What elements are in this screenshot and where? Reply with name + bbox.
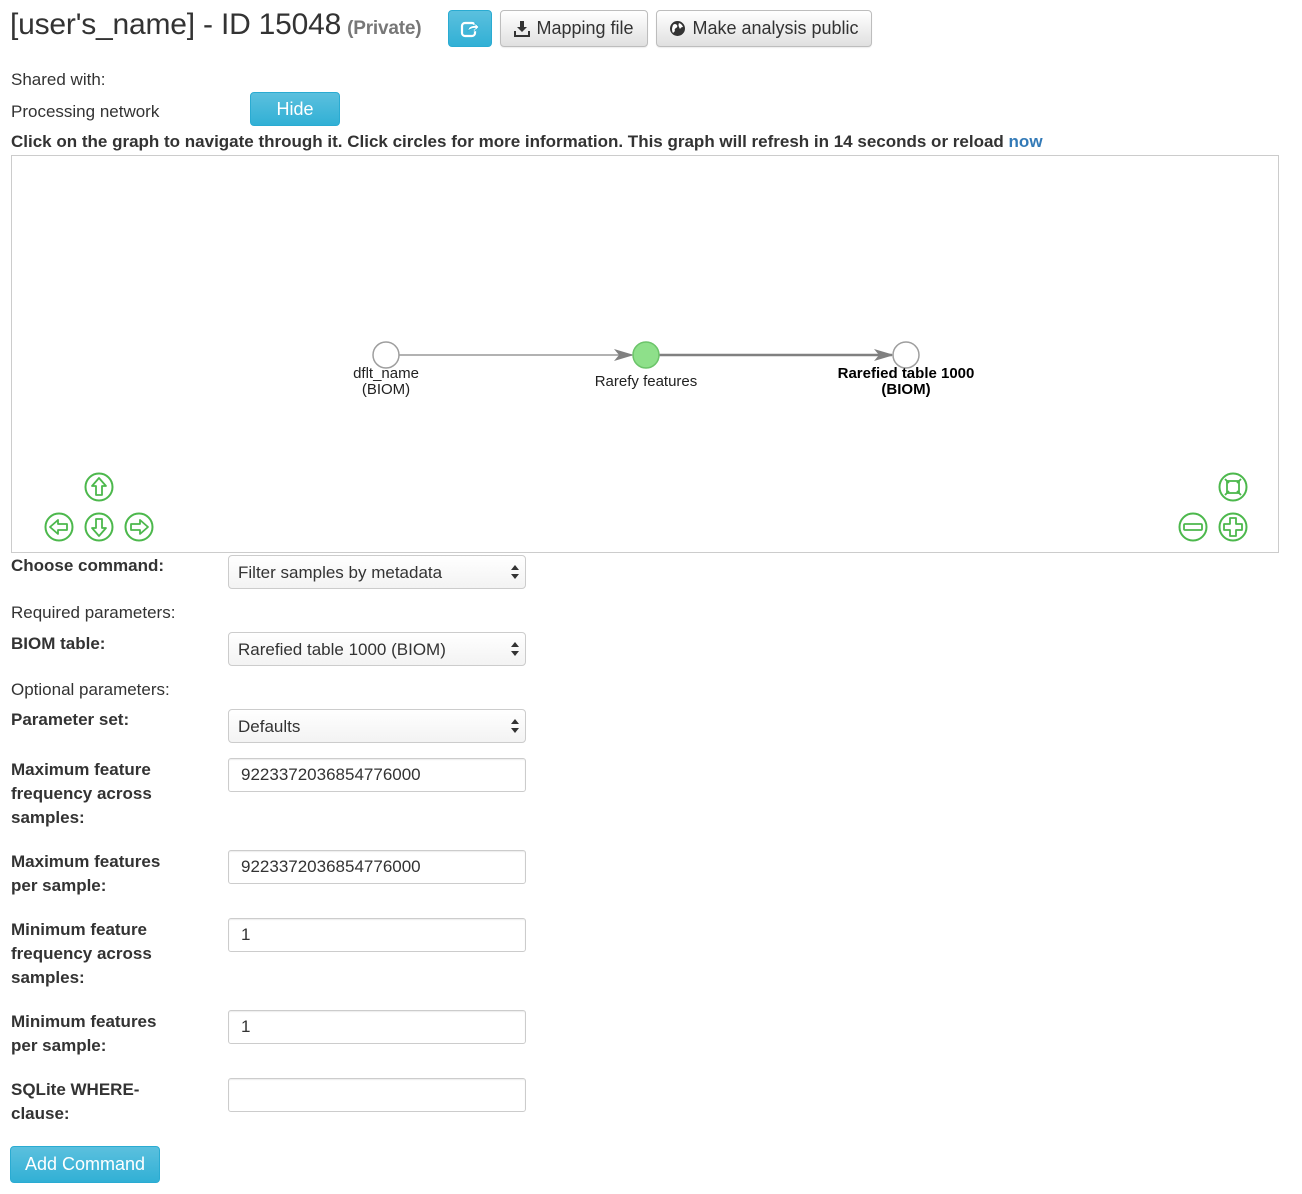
zoom-in-icon[interactable] bbox=[1218, 512, 1248, 542]
node-rarefy-features[interactable] bbox=[632, 341, 660, 369]
select-arrows-icon bbox=[511, 642, 519, 656]
analysis-title: [user's_name] - ID 15048 bbox=[10, 8, 342, 41]
label-line: Minimum features bbox=[11, 1012, 157, 1031]
required-parameters-label: Required parameters: bbox=[11, 603, 176, 622]
biom-table-value: Rarefied table 1000 (BIOM) bbox=[238, 640, 446, 659]
hide-button[interactable]: Hide bbox=[250, 92, 340, 126]
make-public-label: Make analysis public bbox=[692, 18, 859, 38]
label-line: clause: bbox=[11, 1104, 70, 1123]
graph-canvas[interactable]: dflt_name (BIOM) Rarefy features Rarefie… bbox=[12, 156, 1278, 552]
shared-with-label: Shared with: bbox=[11, 70, 106, 89]
min-feature-frequency-input[interactable] bbox=[228, 918, 526, 952]
hide-label: Hide bbox=[276, 98, 314, 119]
processing-graph[interactable]: dflt_name (BIOM) Rarefy features Rarefie… bbox=[11, 155, 1279, 553]
sqlite-where-clause-label: SQLite WHERE- clause: bbox=[11, 1078, 211, 1126]
arrow-up-icon[interactable] bbox=[84, 472, 114, 502]
label-line: samples: bbox=[11, 808, 85, 827]
biom-table-select[interactable]: Rarefied table 1000 (BIOM) bbox=[228, 632, 526, 666]
parameter-set-label: Parameter set: bbox=[11, 710, 130, 729]
sqlite-where-clause-input[interactable] bbox=[228, 1078, 526, 1112]
max-features-per-sample-input[interactable] bbox=[228, 850, 526, 884]
node-label-dflt-name-2: (BIOM) bbox=[362, 381, 410, 398]
page-title: [user's_name] - ID 15048 (Private) bbox=[10, 8, 422, 42]
label-line: SQLite WHERE- bbox=[11, 1080, 140, 1099]
label-line: frequency across bbox=[11, 944, 152, 963]
label-line: Maximum features bbox=[11, 852, 161, 871]
biom-table-label: BIOM table: bbox=[11, 634, 106, 653]
label-line: per sample: bbox=[11, 1036, 107, 1055]
node-label-rarefied-1: Rarefied table 1000 bbox=[838, 365, 975, 382]
node-label-dflt-name-1: dflt_name bbox=[353, 365, 419, 382]
zoom-out-icon[interactable] bbox=[1178, 512, 1208, 542]
max-feature-frequency-label: Maximum feature frequency across samples… bbox=[11, 758, 211, 830]
make-public-button[interactable]: Make analysis public bbox=[656, 10, 872, 47]
arrow-left-icon[interactable] bbox=[44, 512, 74, 542]
node-label-rarefied-2: (BIOM) bbox=[881, 381, 930, 398]
mapping-file-button[interactable]: Mapping file bbox=[500, 10, 648, 47]
min-features-per-sample-input[interactable] bbox=[228, 1010, 526, 1044]
label-line: samples: bbox=[11, 968, 85, 987]
mapping-file-label: Mapping file bbox=[536, 18, 634, 38]
command-select[interactable]: Filter samples by metadata bbox=[228, 555, 526, 589]
fit-icon[interactable] bbox=[1218, 472, 1248, 502]
parameter-set-value: Defaults bbox=[238, 717, 301, 736]
select-arrows-icon bbox=[511, 565, 519, 579]
reload-now-link[interactable]: now bbox=[1009, 132, 1043, 151]
select-arrows-icon bbox=[511, 719, 519, 733]
label-line: frequency across bbox=[11, 784, 152, 803]
globe-icon bbox=[670, 21, 686, 36]
optional-parameters-label: Optional parameters: bbox=[11, 680, 170, 699]
processing-network-label: Processing network bbox=[11, 102, 160, 121]
label-line: per sample: bbox=[11, 876, 107, 895]
command-select-value: Filter samples by metadata bbox=[238, 563, 443, 582]
min-features-per-sample-label: Minimum features per sample: bbox=[11, 1010, 211, 1058]
max-feature-frequency-input[interactable] bbox=[228, 758, 526, 792]
label-line: Maximum feature bbox=[11, 760, 151, 779]
max-features-per-sample-label: Maximum features per sample: bbox=[11, 850, 211, 898]
min-feature-frequency-label: Minimum feature frequency across samples… bbox=[11, 918, 211, 990]
share-icon bbox=[460, 21, 480, 37]
arrow-down-icon[interactable] bbox=[84, 512, 114, 542]
add-command-label: Add Command bbox=[24, 1154, 146, 1174]
parameter-set-select[interactable]: Defaults bbox=[228, 709, 526, 743]
share-button[interactable] bbox=[448, 10, 492, 47]
instructions-text: Click on the graph to navigate through i… bbox=[11, 132, 1004, 151]
label-line: Minimum feature bbox=[11, 920, 148, 939]
add-command-button[interactable]: Add Command bbox=[10, 1146, 160, 1183]
privacy-badge: (Private) bbox=[347, 18, 422, 39]
choose-command-label: Choose command: bbox=[11, 556, 165, 575]
graph-instructions: Click on the graph to navigate through i… bbox=[11, 132, 1043, 152]
download-icon bbox=[514, 21, 531, 37]
node-label-rarefy: Rarefy features bbox=[595, 373, 698, 390]
arrow-right-icon[interactable] bbox=[124, 512, 154, 542]
